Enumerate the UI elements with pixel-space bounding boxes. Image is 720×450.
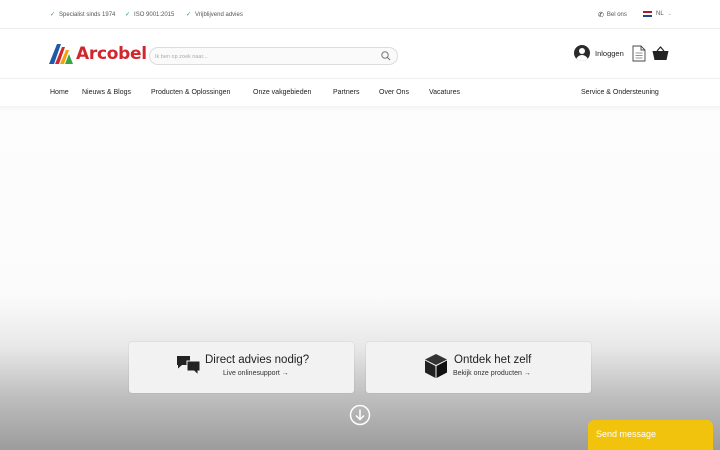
usp-label: ISO 9001:2015 — [134, 11, 175, 18]
login-label: Inloggen — [595, 48, 624, 58]
arcobel-logo-icon — [49, 44, 73, 64]
usp-item: ✓ Specialist sinds 1974 — [50, 11, 116, 19]
arrow-down-circle-icon[interactable] — [349, 404, 371, 426]
chat-label: Send message — [596, 429, 657, 439]
dutch-flag-icon — [643, 11, 652, 17]
nav-item-service[interactable]: Service & Ondersteuning — [581, 89, 659, 96]
chevron-down-icon: ⌄ — [667, 11, 672, 17]
hero-banner: Direct advies nodig? Live onlinesupport … — [0, 106, 720, 450]
phone-icon: ✆ — [598, 12, 604, 19]
main-navigation: Home Nieuws & Blogs Producten & Oplossin… — [0, 78, 720, 106]
discover-card-title: Ontdek het zelf — [454, 354, 532, 366]
language-selector[interactable]: NL ⌄ — [643, 11, 672, 17]
call-label: Bel ons — [606, 12, 627, 18]
discover-card-link[interactable]: Bekijk onze producten → — [453, 370, 531, 377]
usp-item: ✓ ISO 9001:2015 — [125, 11, 175, 19]
nav-item-expertise[interactable]: Onze vakgebieden — [253, 89, 311, 96]
basket-icon[interactable] — [652, 46, 669, 61]
nav-item-news[interactable]: Nieuws & Blogs — [82, 89, 131, 96]
advice-card-link[interactable]: Live onlinesupport → — [223, 370, 289, 377]
chat-bubbles-icon — [177, 356, 201, 377]
search-icon[interactable] — [380, 50, 392, 62]
nav-item-home[interactable]: Home — [50, 89, 69, 96]
logo[interactable]: Arcobel — [49, 43, 147, 65]
login-button[interactable]: Inloggen — [574, 45, 624, 61]
advice-card[interactable]: Direct advies nodig? Live onlinesupport … — [129, 342, 354, 393]
nav-item-vacancies[interactable]: Vacatures — [429, 89, 460, 96]
chat-widget[interactable]: Send message — [588, 420, 713, 450]
top-bar: ✓ Specialist sinds 1974 ✓ ISO 9001:2015 ✓ V… — [0, 0, 720, 29]
nav-item-about[interactable]: Over Ons — [379, 89, 409, 96]
nav-item-partners[interactable]: Partners — [333, 89, 359, 96]
check-icon: ✓ — [125, 12, 131, 18]
check-icon: ✓ — [186, 12, 192, 18]
discover-card[interactable]: Ontdek het zelf Bekijk onze producten → — [366, 342, 591, 393]
nav-item-products[interactable]: Producten & Oplossingen — [151, 89, 230, 96]
usp-label: Vrijblijvend advies — [195, 11, 243, 18]
user-icon — [574, 45, 590, 61]
usp-item: ✓ Vrijblijvend advies — [186, 11, 243, 19]
call-link[interactable]: ✆ Bel ons — [598, 11, 627, 19]
document-icon[interactable] — [632, 45, 646, 62]
box-icon — [425, 354, 447, 378]
check-icon: ✓ — [50, 12, 56, 18]
advice-card-title: Direct advies nodig? — [205, 354, 310, 366]
language-label: NL — [656, 11, 664, 17]
usp-label: Specialist sinds 1974 — [59, 11, 116, 18]
brand-name: Arcobel — [76, 44, 147, 64]
search-bar[interactable] — [149, 47, 398, 65]
search-input[interactable] — [155, 51, 375, 62]
